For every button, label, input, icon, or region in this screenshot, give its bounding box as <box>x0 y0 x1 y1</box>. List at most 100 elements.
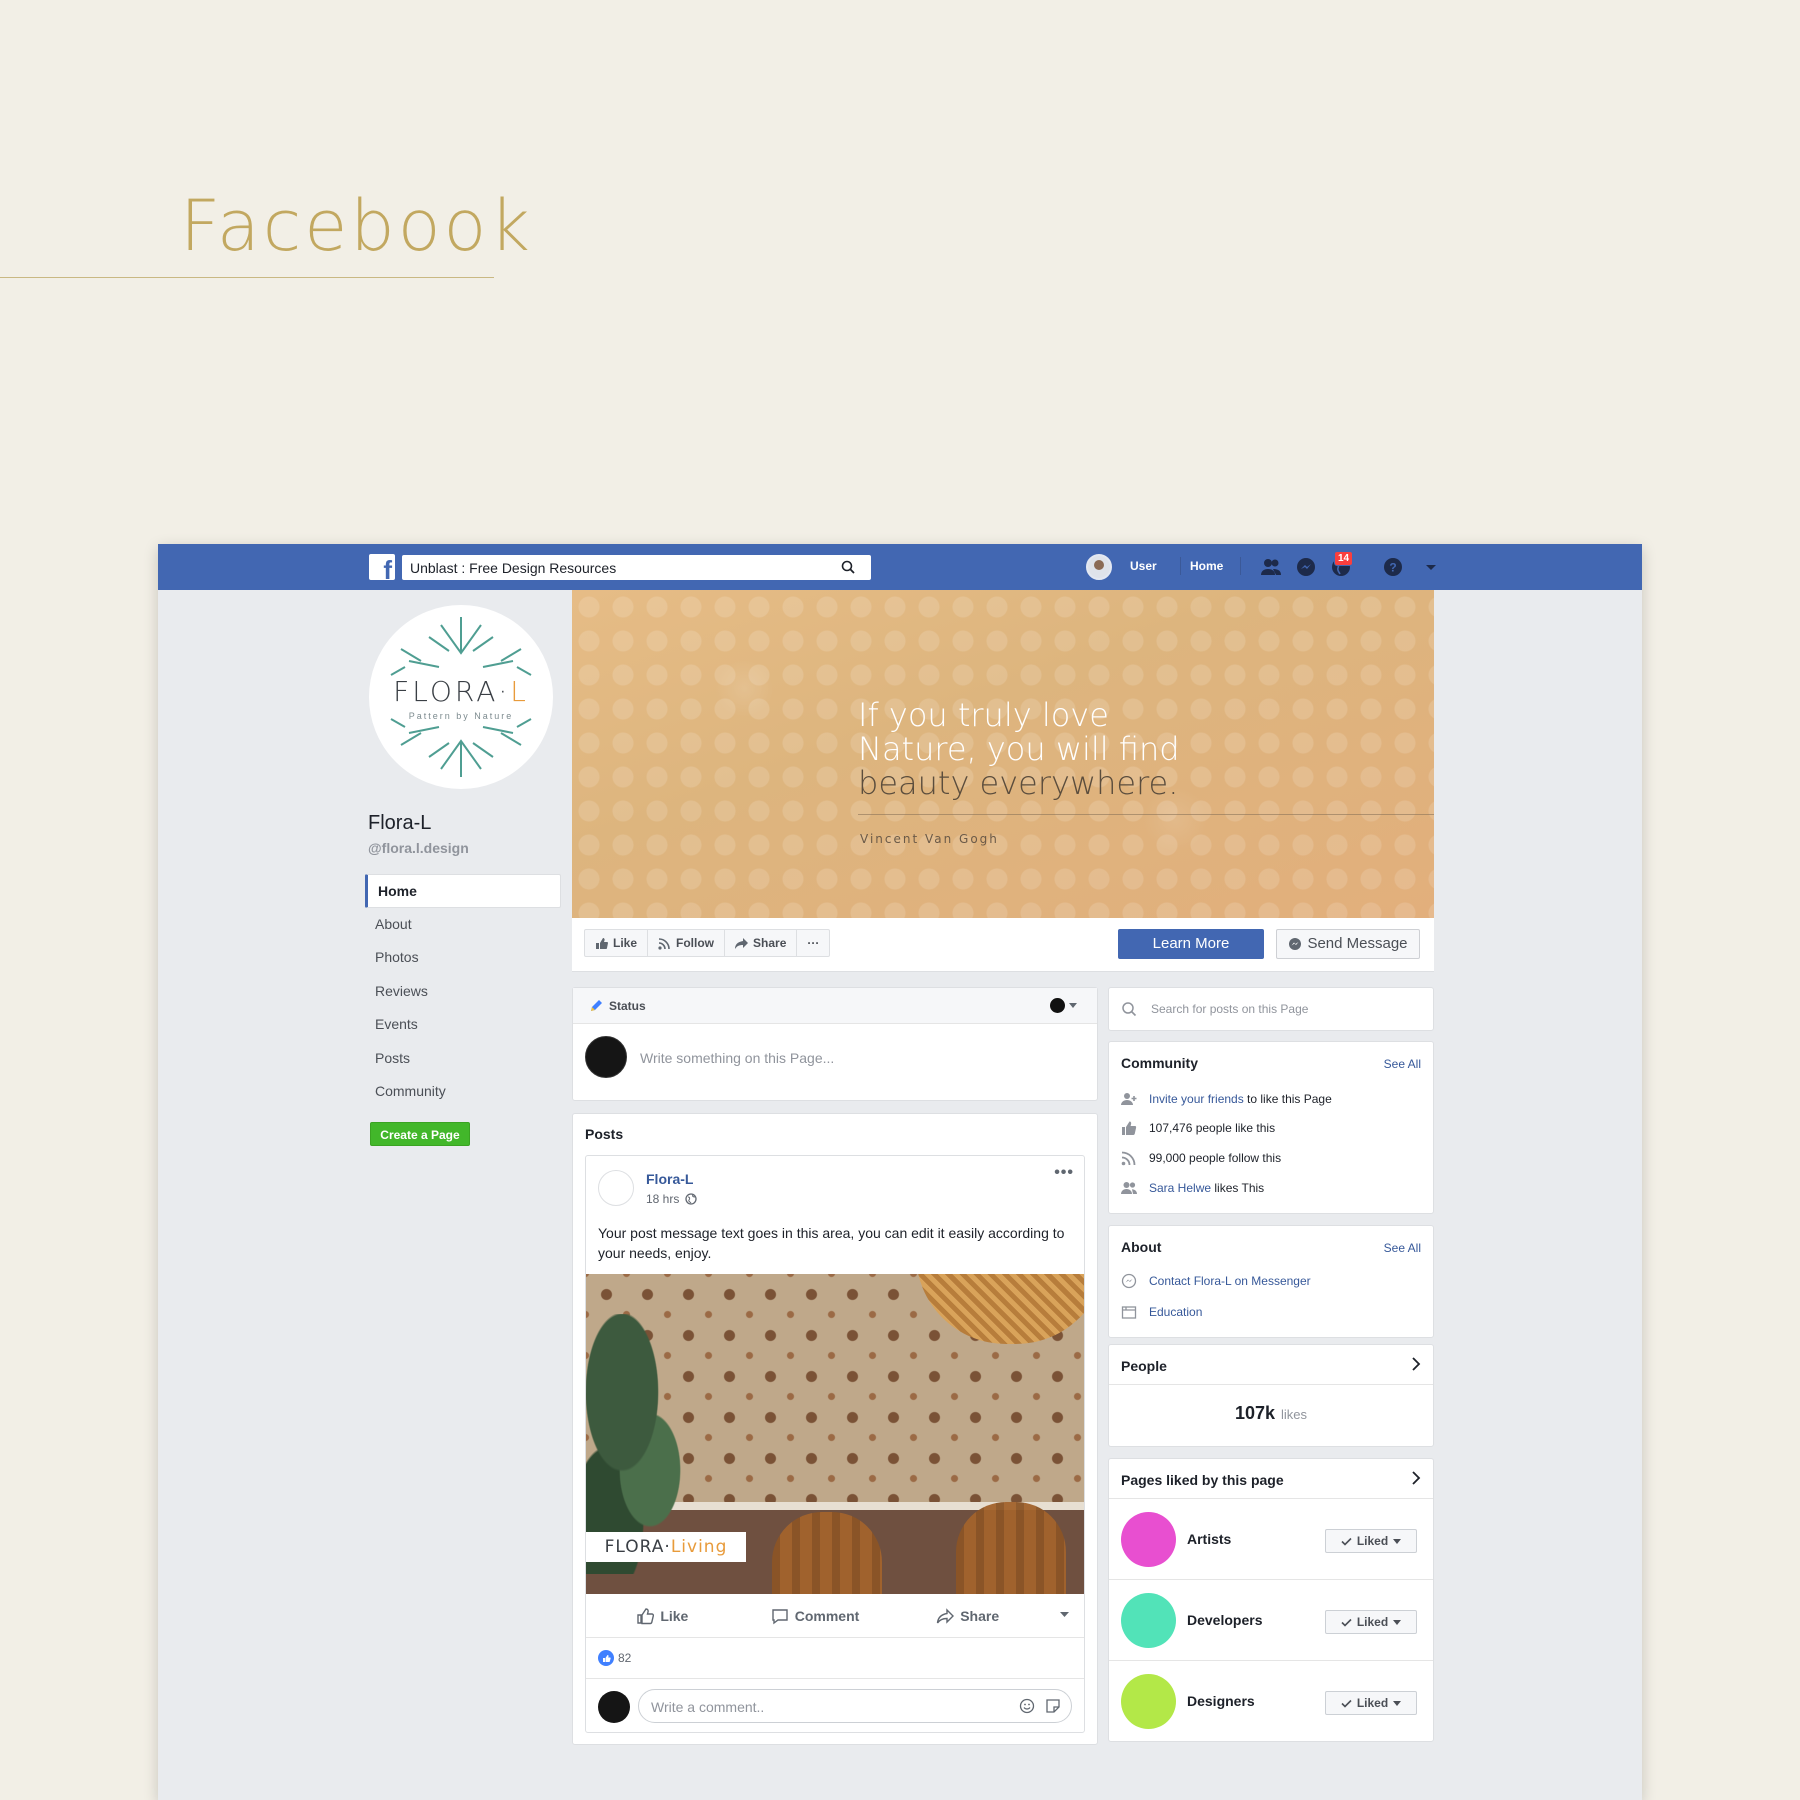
reaction-summary[interactable]: 82 <box>598 1650 631 1666</box>
chevron-right-icon <box>1412 1471 1421 1485</box>
liked-page-row[interactable]: Designers Liked <box>1109 1660 1433 1741</box>
post-comment-button[interactable]: Comment <box>739 1607 892 1625</box>
comment-input[interactable]: Write a comment.. <box>638 1689 1072 1723</box>
facebook-logo-icon[interactable]: f <box>369 554 395 583</box>
share-page-button[interactable]: Share <box>725 930 798 956</box>
share-arrow-icon <box>735 937 749 949</box>
post-author-avatar[interactable] <box>598 1170 634 1206</box>
education-icon <box>1121 1306 1137 1319</box>
search-icon[interactable] <box>841 560 855 574</box>
nav-item-posts[interactable]: Posts <box>365 1042 561 1076</box>
liked-page-name[interactable]: Designers <box>1187 1693 1255 1709</box>
home-link[interactable]: Home <box>1190 559 1223 573</box>
community-title: Community <box>1121 1055 1198 1071</box>
invite-friends-icon <box>1121 1093 1137 1105</box>
people-header[interactable]: People <box>1109 1345 1433 1385</box>
follow-label: Follow <box>676 936 715 950</box>
learn-more-button[interactable]: Learn More <box>1118 929 1264 959</box>
create-page-button[interactable]: Create a Page <box>370 1122 470 1146</box>
post-image[interactable]: FLORA·Living <box>586 1274 1084 1594</box>
liked-page-name[interactable]: Artists <box>1187 1531 1231 1547</box>
liked-page-avatar <box>1121 1512 1176 1567</box>
post-author[interactable]: Flora-L <box>646 1171 693 1187</box>
friend-likes-row: Sara Helwe likes This <box>1121 1180 1264 1196</box>
user-avatar[interactable] <box>1086 554 1112 580</box>
page-follows-row: 99,000 people follow this <box>1121 1150 1281 1166</box>
profile-picture[interactable]: FLORA·L Pattern by Nature <box>366 602 556 792</box>
people-likes-label: likes <box>1281 1407 1308 1422</box>
audience-selector[interactable] <box>1050 998 1077 1013</box>
nav-item-home[interactable]: Home <box>365 874 561 908</box>
community-see-all-link[interactable]: See All <box>1384 1057 1421 1071</box>
page-handle[interactable]: @flora.l.design <box>368 840 469 856</box>
liked-toggle-button[interactable]: Liked <box>1325 1691 1417 1715</box>
liked-page-row[interactable]: Artists Liked <box>1109 1498 1433 1579</box>
share-options-caret[interactable] <box>1044 1610 1084 1621</box>
composer-header: Status <box>573 988 1097 1024</box>
nav-item-reviews[interactable]: Reviews <box>365 975 561 1009</box>
contact-messenger-link[interactable]: Contact Flora-L on Messenger <box>1149 1274 1311 1288</box>
liked-page-row[interactable]: Developers Liked <box>1109 1579 1433 1660</box>
cover-quote: If you truly love Nature, you will find … <box>858 698 1278 800</box>
help-icon[interactable]: ? <box>1382 556 1404 578</box>
user-link[interactable]: User <box>1130 559 1157 573</box>
messenger-icon[interactable] <box>1295 556 1317 578</box>
search-input[interactable]: Unblast : Free Design Resources <box>402 555 871 580</box>
nav-item-photos[interactable]: Photos <box>365 941 561 975</box>
post-share-button[interactable]: Share <box>891 1607 1044 1625</box>
post-share-label: Share <box>960 1607 1000 1624</box>
status-tab[interactable]: Status <box>609 999 646 1013</box>
post-actions-bar: Like Comment Share <box>586 1594 1084 1638</box>
liked-toggle-button[interactable]: Liked <box>1325 1529 1417 1553</box>
about-see-all-link[interactable]: See All <box>1384 1241 1421 1255</box>
caret-down-icon <box>1069 1002 1077 1008</box>
nav-item-about[interactable]: About <box>365 908 561 942</box>
friend-name-link[interactable]: Sara Helwe <box>1149 1181 1211 1195</box>
education-link[interactable]: Education <box>1149 1305 1202 1319</box>
pages-liked-header[interactable]: Pages liked by this page <box>1109 1459 1433 1498</box>
post-like-button[interactable]: Like <box>586 1607 739 1625</box>
liked-page-name[interactable]: Developers <box>1187 1612 1262 1628</box>
posts-heading: Posts <box>585 1126 624 1142</box>
thumbs-up-icon <box>1122 1121 1137 1135</box>
nav-item-events[interactable]: Events <box>365 1008 561 1042</box>
page-action-group: Like Follow Share ··· <box>584 929 831 957</box>
emoji-icon[interactable] <box>1019 1698 1035 1714</box>
messenger-icon <box>1289 938 1302 950</box>
deck-title-rule <box>0 277 494 278</box>
liked-toggle-button[interactable]: Liked <box>1325 1610 1417 1634</box>
cover-photo[interactable]: If you truly love Nature, you will find … <box>572 590 1434 918</box>
account-menu-caret-icon[interactable] <box>1420 556 1442 578</box>
rss-follow-icon <box>1121 1151 1136 1166</box>
people-title: People <box>1121 1358 1167 1374</box>
composer-input[interactable]: Write something on this Page... <box>640 1050 834 1066</box>
send-message-button[interactable]: Send Message <box>1276 929 1420 959</box>
friend-requests-icon[interactable] <box>1260 556 1282 578</box>
pages-liked-card: Pages liked by this page Artists Liked D… <box>1108 1458 1434 1742</box>
nav-item-community[interactable]: Community <box>365 1075 561 1109</box>
pencil-icon <box>591 999 602 1011</box>
like-page-button[interactable]: Like <box>585 930 649 956</box>
messenger-outline-icon <box>1121 1273 1137 1289</box>
sticker-icon[interactable] <box>1045 1698 1061 1714</box>
quote-line: Nature, you will find <box>858 730 1180 768</box>
page-search-card[interactable]: Search for posts on this Page <box>1108 987 1434 1031</box>
post-time-text: 18 hrs <box>646 1192 680 1206</box>
logo-wordmark: FLORA·L <box>393 675 529 708</box>
send-message-label: Send Message <box>1307 935 1408 952</box>
page-name[interactable]: Flora-L <box>368 812 431 835</box>
share-outline-icon <box>937 1607 955 1624</box>
post-options-button[interactable]: ••• <box>1054 1164 1074 1182</box>
liked-label: Liked <box>1356 1534 1389 1548</box>
more-options-button[interactable]: ··· <box>797 930 829 956</box>
image-brand-label: FLORA·Living <box>586 1532 746 1562</box>
page-search-placeholder: Search for posts on this Page <box>1151 1002 1309 1016</box>
post-timestamp[interactable]: 18 hrs <box>646 1192 698 1206</box>
composer-avatar <box>585 1036 627 1078</box>
comment-bubble-icon <box>772 1608 788 1624</box>
follow-button[interactable]: Follow <box>648 930 726 956</box>
invite-friends-link[interactable]: Invite your friends <box>1149 1092 1244 1106</box>
friends-icon <box>1121 1182 1137 1194</box>
contact-row: Contact Flora-L on Messenger <box>1121 1273 1311 1289</box>
search-value: Unblast : Free Design Resources <box>410 560 617 576</box>
